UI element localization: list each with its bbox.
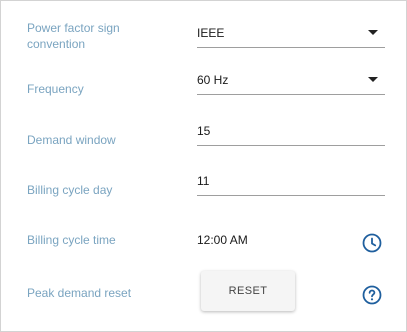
billing-cycle-day-label: Billing cycle day <box>27 183 113 197</box>
power-factor-value: IEEE <box>197 26 225 40</box>
power-factor-select[interactable]: IEEE <box>197 25 385 48</box>
demand-window-value: 15 <box>197 124 211 138</box>
frequency-value: 60 Hz <box>197 73 229 87</box>
billing-cycle-time-value: 12:00 AM <box>197 233 248 247</box>
chevron-down-icon <box>368 77 378 82</box>
clock-icon[interactable] <box>361 232 383 254</box>
peak-demand-reset-label: Peak demand reset <box>27 286 132 300</box>
settings-panel: Power factor sign convention IEEE Freque… <box>0 0 407 332</box>
frequency-label: Frequency <box>27 82 84 96</box>
chevron-down-icon <box>368 30 378 35</box>
demand-window-input[interactable]: 15 <box>197 123 385 146</box>
reset-button[interactable]: RESET <box>201 271 295 311</box>
billing-cycle-time-label: Billing cycle time <box>27 233 116 247</box>
billing-cycle-day-value: 11 <box>197 174 210 188</box>
power-factor-label: Power factor sign convention <box>27 21 120 51</box>
help-circle-icon[interactable] <box>361 284 383 306</box>
demand-window-label: Demand window <box>27 133 116 147</box>
billing-cycle-day-input[interactable]: 11 <box>197 173 385 196</box>
frequency-select[interactable]: 60 Hz <box>197 72 385 95</box>
